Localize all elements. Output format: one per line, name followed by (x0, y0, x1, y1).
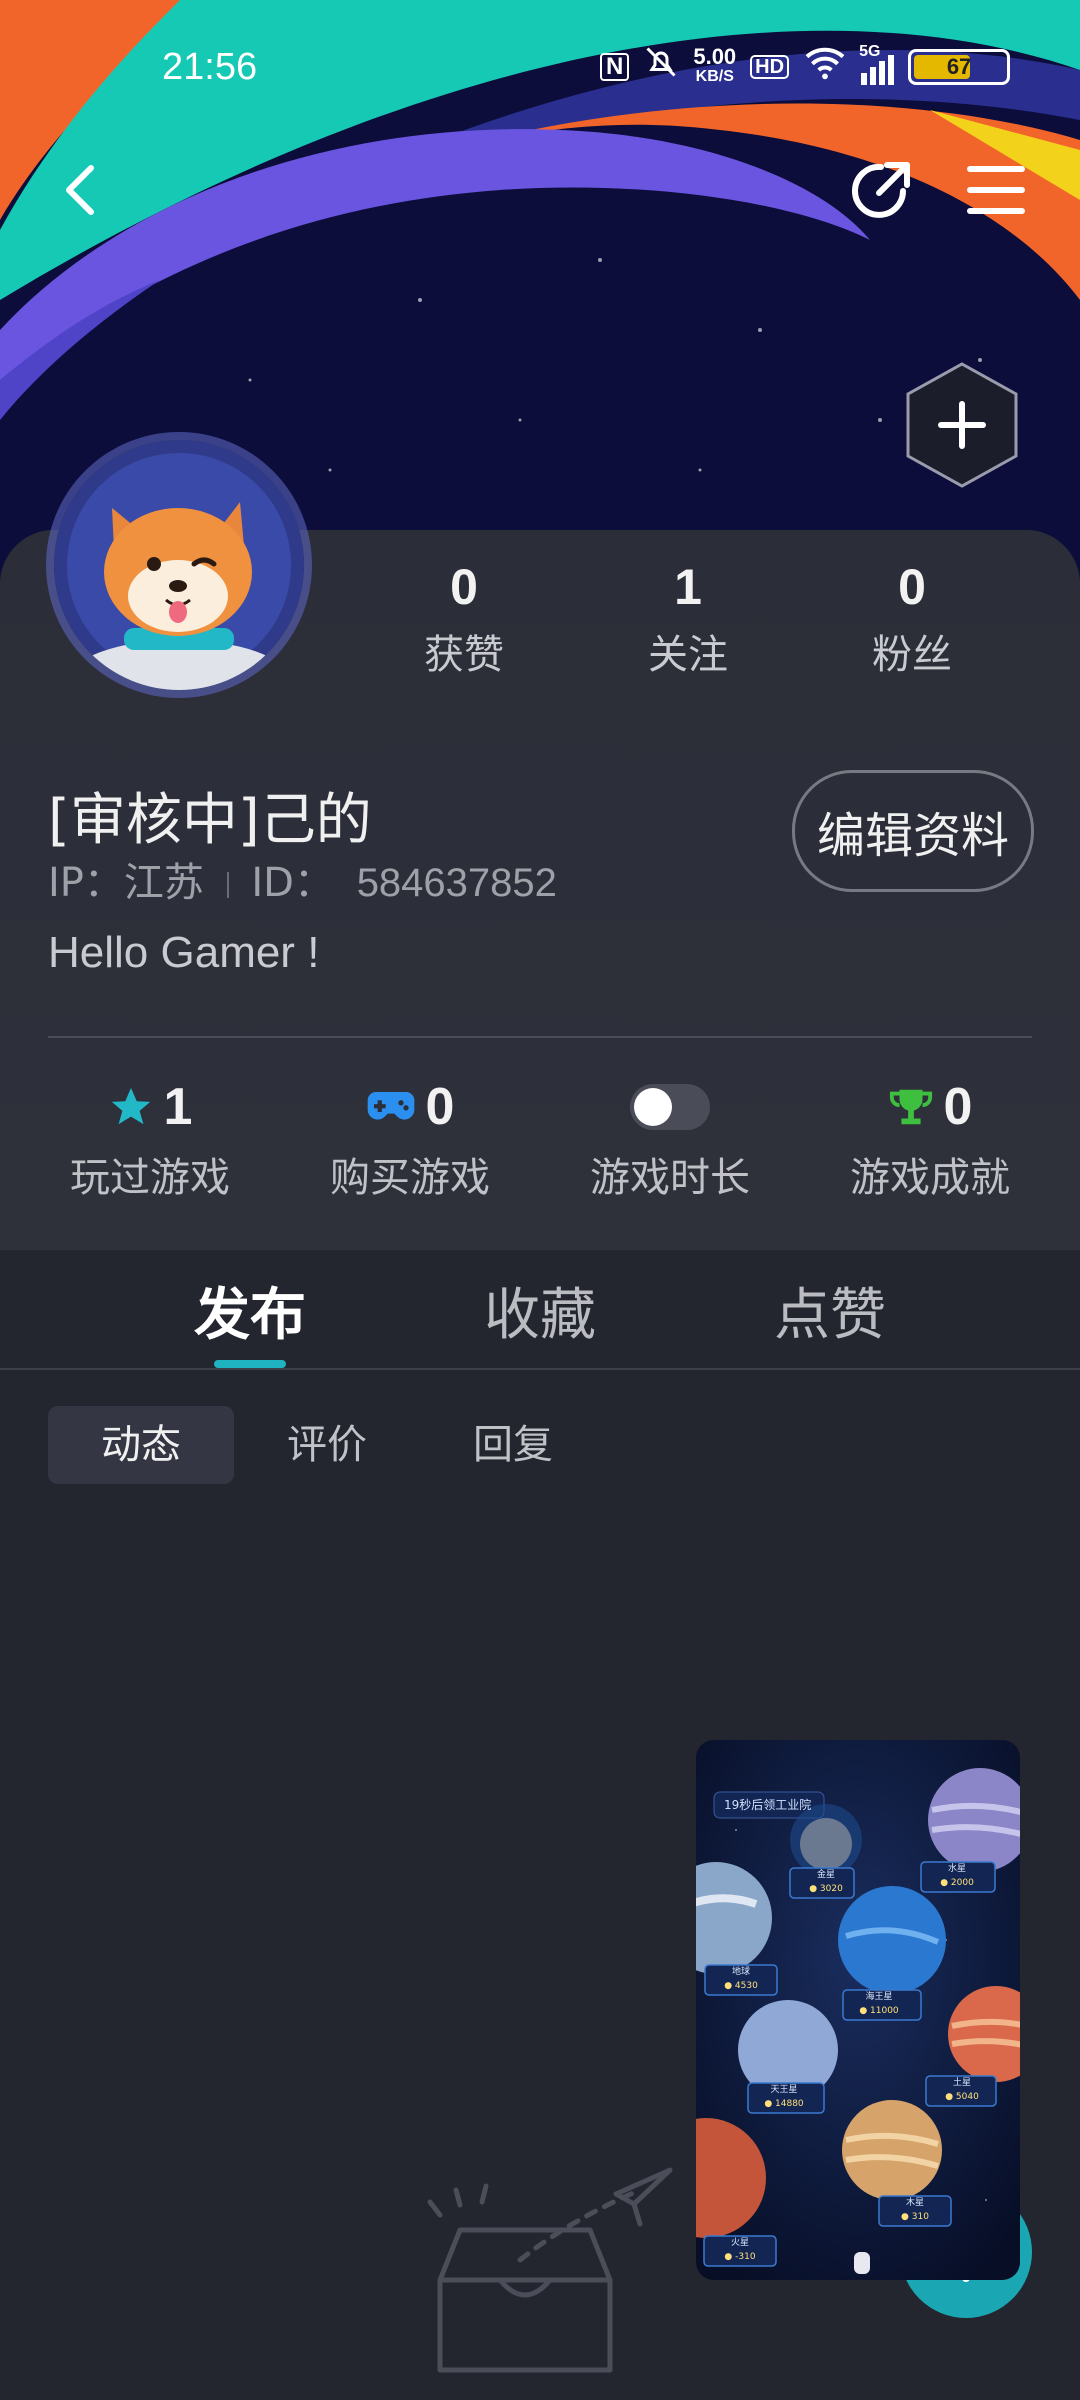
divider (48, 1036, 1032, 1038)
bought-games-num: 0 (425, 1078, 455, 1136)
planet-value: ● 2000 (940, 1878, 974, 1888)
stat-likes[interactable]: 0 获赞 (364, 558, 564, 680)
stat-likes-label: 获赞 (424, 632, 504, 678)
ip-label: IP：江苏 (48, 860, 204, 906)
planet-value: ● 14880 (764, 2099, 804, 2109)
planet-name: 地球 (731, 1967, 750, 1977)
share-icon (852, 162, 910, 218)
star-icon (111, 1087, 150, 1125)
subtab-posts[interactable]: 动态 (48, 1406, 234, 1484)
profile-panel: 0 获赞 1 关注 0 粉丝 [审核中]己的 IP：江苏 ID： 5846378… (0, 440, 1080, 1250)
planet-value: ● 3020 (809, 1884, 843, 1894)
planet-value: ● 310 (901, 2212, 929, 2222)
planet-value: ● 5040 (945, 2092, 979, 2102)
edit-profile-button[interactable]: 编辑资料 (792, 770, 1034, 892)
battery-icon: 67 (908, 48, 1011, 85)
tab-likes[interactable]: 点赞 (720, 1270, 940, 1351)
ip-id-line: IP：江苏 ID： 584637852 (48, 850, 557, 908)
add-hexagon-button[interactable] (904, 360, 1020, 490)
played-games-label: 玩过游戏 (70, 1155, 230, 1201)
game-duration[interactable]: 游戏时长 (560, 1075, 780, 1203)
planet-label: 天王星 ● 14880 (748, 2083, 820, 2113)
stat-following[interactable]: 1 关注 (588, 558, 788, 680)
planet-label: 火星 ● -310 (704, 2236, 776, 2266)
menu-icon (967, 166, 1025, 214)
signal-type: 5G (859, 42, 881, 60)
id-value: 584637852 (356, 861, 557, 905)
planet-label: 木星 ● 310 (879, 2196, 951, 2226)
planet-label: 地球 ● 4530 (705, 1965, 777, 1995)
shiba-avatar-icon (54, 440, 304, 690)
tab-indicator (214, 1360, 286, 1368)
planet-label: 水星 ● 2000 (921, 1862, 993, 1892)
username: [审核中]己的 (48, 788, 372, 853)
stat-fans-num: 0 (898, 559, 926, 615)
battery-level: 67 (946, 53, 972, 79)
net-speed: 5.00 KB/S (693, 43, 737, 87)
planet-name: 金星 (816, 1870, 835, 1880)
back-button[interactable] (40, 150, 120, 230)
planet-name: 海王星 (865, 1992, 893, 2002)
game-achievements[interactable]: 0 游戏成就 (820, 1075, 1040, 1203)
planet-label: 金星 ● 3020 (790, 1868, 862, 1898)
trophy-icon (889, 1089, 932, 1125)
status-bar: 21:56 N 5.00 KB/S HD 5G 67 (0, 40, 1080, 100)
subtab-reviews[interactable]: 评价 (234, 1406, 420, 1484)
stat-fans-label: 粉丝 (872, 632, 952, 678)
subtab-replies[interactable]: 回复 (420, 1406, 606, 1484)
empty-box-icon (427, 2167, 673, 2373)
planet-label: 土星 ● 5040 (926, 2076, 998, 2106)
bio-text: Hello Gamer ! (48, 928, 320, 977)
cell-signal-icon: 5G (859, 43, 895, 85)
planet-name: 木星 (905, 2198, 924, 2208)
stat-following-num: 1 (674, 559, 702, 615)
gamepad-icon (367, 1092, 414, 1120)
id-label: ID： (251, 860, 334, 906)
planet-name: 水星 (947, 1864, 966, 1874)
game-achievements-num: 0 (943, 1078, 973, 1136)
planet-value: ● 4530 (724, 1981, 758, 1991)
played-games[interactable]: 1 玩过游戏 (40, 1075, 260, 1203)
planet-name: 天王星 (770, 2085, 798, 2095)
planet-name: 火星 (730, 2238, 749, 2248)
floating-game-window[interactable]: 19秒后领工业院 金星 ● 3020 水星 ● 2000 地球 ● 4530 海王星 ● 11… (696, 1740, 1020, 2280)
played-games-num: 1 (163, 1078, 193, 1136)
game-duration-toggle[interactable] (630, 1084, 710, 1130)
hd-icon: HD (750, 54, 790, 79)
planet-label: 海王星 ● 11000 (843, 1990, 915, 2020)
net-speed-unit: KB/S (695, 67, 734, 85)
chevron-left-icon (66, 165, 94, 215)
empty-inbox-illustration (420, 2160, 680, 2380)
wifi-icon (803, 44, 847, 89)
share-button[interactable] (842, 150, 922, 230)
bought-games[interactable]: 0 购买游戏 (300, 1075, 520, 1203)
nfc-icon: N (600, 52, 630, 81)
mute-bell-icon (643, 44, 679, 89)
tab-favorites[interactable]: 收藏 (430, 1270, 650, 1351)
status-icons: N 5.00 KB/S HD 5G 67 (600, 43, 1011, 89)
avatar[interactable] (54, 440, 304, 690)
menu-button[interactable] (956, 150, 1036, 230)
tab-divider (0, 1368, 1080, 1370)
game-achievements-label: 游戏成就 (850, 1155, 1010, 1201)
planet-value: ● -310 (724, 2252, 756, 2262)
planet-name: 土星 (952, 2078, 971, 2088)
tab-publish[interactable]: 发布 (140, 1270, 360, 1351)
game-duration-label: 游戏时长 (590, 1155, 750, 1201)
game-window-header: 19秒后领工业院 (724, 1798, 812, 1812)
net-speed-value: 5.00 (693, 43, 737, 69)
planet-value: ● 11000 (859, 2006, 899, 2016)
stat-following-label: 关注 (648, 632, 728, 678)
bought-games-label: 购买游戏 (330, 1155, 490, 1201)
stat-likes-num: 0 (450, 559, 478, 615)
status-time: 21:56 (162, 46, 258, 88)
stat-fans[interactable]: 0 粉丝 (812, 558, 1012, 680)
